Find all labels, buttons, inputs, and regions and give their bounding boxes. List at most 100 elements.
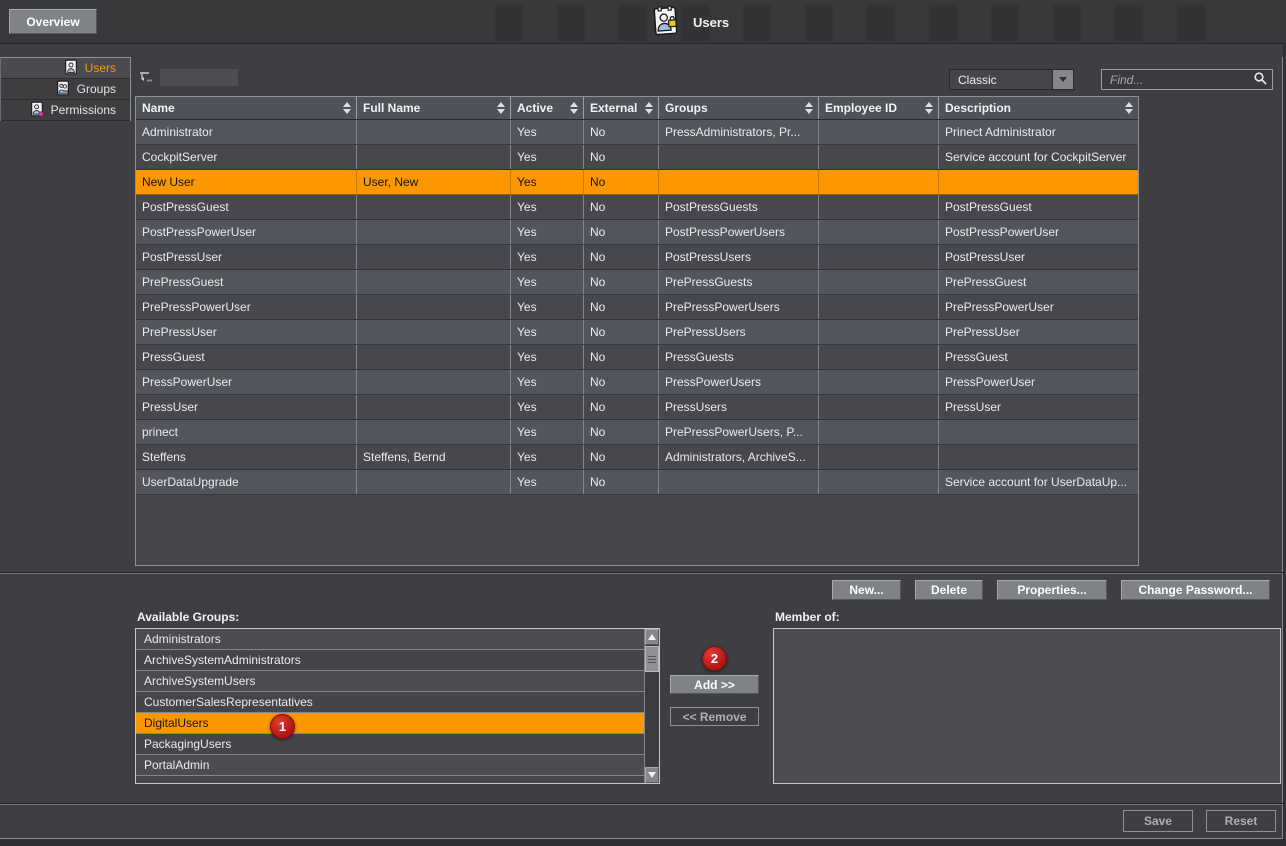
user-cell[interactable]: No — [584, 195, 659, 219]
column-header-groups[interactable]: Groups — [659, 97, 819, 119]
user-cell[interactable]: PostPressGuests — [659, 195, 819, 219]
hierarchy-view-icon[interactable] — [139, 71, 155, 86]
user-row-prepressguest[interactable]: PrePressGuestYesNoPrePressGuestsPrePress… — [136, 270, 1138, 295]
user-cell[interactable]: PrePressGuest — [939, 270, 1138, 294]
sort-icon[interactable] — [805, 102, 813, 114]
user-cell[interactable]: PressUsers — [659, 395, 819, 419]
column-header-active[interactable]: Active — [511, 97, 584, 119]
user-row-postpressuser[interactable]: PostPressUserYesNoPostPressUsersPostPres… — [136, 245, 1138, 270]
user-cell[interactable]: New User — [136, 170, 357, 194]
user-cell[interactable]: No — [584, 445, 659, 469]
user-cell[interactable]: prinect — [136, 420, 357, 444]
user-cell[interactable]: PressUser — [136, 395, 357, 419]
user-row-postpresspoweruser[interactable]: PostPressPowerUserYesNoPostPressPowerUse… — [136, 220, 1138, 245]
user-cell[interactable]: Steffens — [136, 445, 357, 469]
user-row-prinect[interactable]: prinectYesNoPrePressPowerUsers, P... — [136, 420, 1138, 445]
user-cell[interactable] — [819, 145, 939, 169]
user-cell[interactable]: PrePressUsers — [659, 320, 819, 344]
user-cell[interactable] — [939, 445, 1138, 469]
user-cell[interactable] — [357, 220, 511, 244]
add-group-button[interactable]: Add >> — [670, 675, 759, 694]
column-header-name[interactable]: Name — [136, 97, 357, 119]
user-cell[interactable]: Yes — [511, 370, 584, 394]
user-cell[interactable] — [819, 170, 939, 194]
user-cell[interactable]: Yes — [511, 245, 584, 269]
sort-icon[interactable] — [645, 102, 653, 114]
remove-group-button[interactable]: << Remove — [670, 707, 759, 726]
change-password-button[interactable]: Change Password... — [1121, 580, 1270, 600]
user-cell[interactable]: UserDataUpgrade — [136, 470, 357, 494]
user-cell[interactable]: CockpitServer — [136, 145, 357, 169]
search-icon[interactable] — [1253, 71, 1268, 89]
user-cell[interactable]: Service account for UserDataUp... — [939, 470, 1138, 494]
user-cell[interactable] — [819, 420, 939, 444]
user-cell[interactable]: No — [584, 245, 659, 269]
user-cell[interactable] — [819, 295, 939, 319]
user-cell[interactable]: PrePressGuests — [659, 270, 819, 294]
user-cell[interactable] — [819, 320, 939, 344]
user-cell[interactable]: No — [584, 345, 659, 369]
user-cell[interactable]: PrePressPowerUser — [136, 295, 357, 319]
user-cell[interactable]: User, New — [357, 170, 511, 194]
user-cell[interactable]: PrePressPowerUsers — [659, 295, 819, 319]
user-cell[interactable]: No — [584, 220, 659, 244]
sort-icon[interactable] — [570, 102, 578, 114]
column-header-employee-id[interactable]: Employee ID — [819, 97, 939, 119]
user-cell[interactable]: No — [584, 420, 659, 444]
user-row-presspoweruser[interactable]: PressPowerUserYesNoPressPowerUsersPressP… — [136, 370, 1138, 395]
quick-filter-input[interactable] — [160, 69, 238, 86]
sidebar-item-users[interactable]: Users — [1, 58, 130, 79]
user-cell[interactable]: PressAdministrators, Pr... — [659, 120, 819, 144]
user-cell[interactable]: PressPowerUser — [939, 370, 1138, 394]
user-cell[interactable]: No — [584, 470, 659, 494]
user-cell[interactable] — [357, 320, 511, 344]
user-cell[interactable]: Yes — [511, 445, 584, 469]
new-user-button[interactable]: New... — [832, 580, 901, 600]
user-cell[interactable]: PrePressGuest — [136, 270, 357, 294]
user-cell[interactable]: Yes — [511, 395, 584, 419]
user-cell[interactable]: Yes — [511, 420, 584, 444]
group-item-archivesystemusers[interactable]: ArchiveSystemUsers — [136, 671, 644, 692]
scrollbar-thumb[interactable] — [645, 646, 659, 672]
user-cell[interactable]: Yes — [511, 170, 584, 194]
user-cell[interactable]: Yes — [511, 145, 584, 169]
sort-icon[interactable] — [925, 102, 933, 114]
column-header-description[interactable]: Description — [939, 97, 1138, 119]
sidebar-item-groups[interactable]: Groups — [1, 79, 130, 100]
group-item-customersalesrepresentatives[interactable]: CustomerSalesRepresentatives — [136, 692, 644, 713]
user-row-postpressguest[interactable]: PostPressGuestYesNoPostPressGuestsPostPr… — [136, 195, 1138, 220]
user-cell[interactable]: No — [584, 295, 659, 319]
user-row-pressguest[interactable]: PressGuestYesNoPressGuestsPressGuest — [136, 345, 1138, 370]
user-cell[interactable] — [659, 170, 819, 194]
group-item-administrators[interactable]: Administrators — [136, 629, 644, 650]
user-cell[interactable]: No — [584, 370, 659, 394]
user-cell[interactable]: Yes — [511, 295, 584, 319]
user-cell[interactable] — [357, 195, 511, 219]
user-cell[interactable]: PressUser — [939, 395, 1138, 419]
user-row-prepresspoweruser[interactable]: PrePressPowerUser YesNoPrePressPowerUsers… — [136, 295, 1138, 320]
user-cell[interactable] — [819, 470, 939, 494]
user-cell[interactable]: PostPressUser — [939, 245, 1138, 269]
user-cell[interactable] — [819, 445, 939, 469]
column-header-external[interactable]: External — [584, 97, 659, 119]
user-cell[interactable]: No — [584, 320, 659, 344]
user-cell[interactable] — [659, 145, 819, 169]
sidebar-item-permissions[interactable]: Permissions — [1, 100, 130, 121]
reset-button[interactable]: Reset — [1206, 810, 1276, 832]
user-cell[interactable] — [357, 395, 511, 419]
user-cell[interactable]: Service account for CockpitServer — [939, 145, 1138, 169]
user-cell[interactable]: Prinect Administrator — [939, 120, 1138, 144]
user-cell[interactable]: Administrators, ArchiveS... — [659, 445, 819, 469]
user-cell[interactable]: PressGuests — [659, 345, 819, 369]
user-cell[interactable] — [357, 345, 511, 369]
delete-user-button[interactable]: Delete — [915, 580, 983, 600]
user-row-prepressuser[interactable]: PrePressUserYesNoPrePressUsersPrePressUs… — [136, 320, 1138, 345]
scroll-up-button[interactable] — [645, 629, 659, 645]
user-cell[interactable] — [357, 270, 511, 294]
user-cell[interactable] — [357, 145, 511, 169]
user-cell[interactable]: Yes — [511, 120, 584, 144]
user-cell[interactable] — [357, 295, 511, 319]
sort-icon[interactable] — [1125, 102, 1133, 114]
user-cell[interactable]: No — [584, 170, 659, 194]
group-item-archivesystemadministrators[interactable]: ArchiveSystemAdministrators — [136, 650, 644, 671]
